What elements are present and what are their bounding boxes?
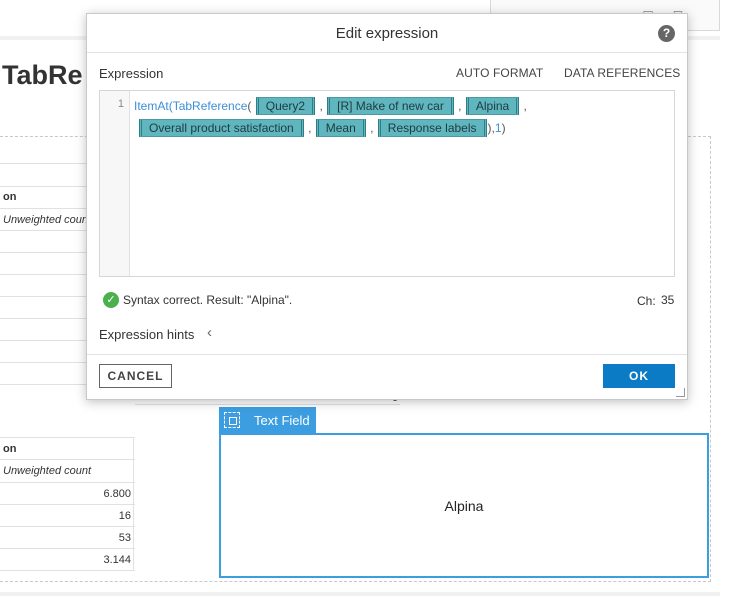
char-position-value: 35 (661, 293, 675, 307)
dialog-header: Edit expression ? (87, 14, 687, 53)
line-number: 1 (117, 98, 124, 110)
help-icon[interactable]: ? (658, 25, 675, 42)
checkmark-icon: ✓ (103, 292, 119, 308)
expression-label: Expression (99, 66, 164, 81)
char-position-label: Ch: (637, 294, 656, 308)
cancel-button[interactable]: CANCEL (99, 364, 172, 388)
reference-token[interactable]: Alpina (465, 97, 520, 115)
function-name: TabReference (172, 99, 248, 113)
reference-token[interactable]: [R] Make of new car (327, 97, 454, 115)
table-divider (135, 404, 400, 405)
edit-expression-dialog: Edit expression ? Expression AUTO FORMAT… (86, 13, 688, 400)
text-field-tab-label: Text Field (254, 413, 310, 428)
expression-hints-toggle[interactable]: Expression hints (99, 327, 194, 342)
line-gutter: 1 (100, 91, 130, 276)
footer-divider (87, 354, 687, 355)
table-bottom: on Unweighted count 6.800 16 53 3.144 (0, 437, 135, 577)
auto-format-button[interactable]: AUTO FORMAT (456, 66, 543, 80)
chevron-left-icon[interactable]: ‹ (207, 324, 212, 341)
dialog-title: Edit expression (335, 25, 439, 42)
text-field-value: Alpina (444, 498, 484, 514)
resize-handle-icon[interactable] (676, 388, 685, 397)
function-name: ItemAt (134, 99, 169, 113)
report-title: TabRe (2, 60, 83, 90)
table-header: on (3, 191, 17, 203)
table-header: on (3, 443, 17, 455)
code-line-1: ItemAt(TabReference( Query2 , [R] Make o… (134, 97, 527, 115)
reference-token[interactable]: Overall product satisfaction (139, 119, 304, 137)
reference-token[interactable]: Query2 (255, 97, 316, 115)
table-subheader: Unweighted count (3, 465, 92, 477)
table-cell: 6.800 (103, 488, 131, 500)
code-line-2: Overall product satisfaction , Mean , Re… (138, 119, 506, 137)
reference-token[interactable]: Response labels (377, 119, 487, 137)
table-subheader: Unweighted coun (3, 214, 89, 226)
data-references-button[interactable]: DATA REFERENCES (564, 66, 680, 80)
select-frame-icon (224, 412, 240, 428)
table-cell: 3.144 (103, 554, 131, 566)
text-field-tab[interactable]: Text Field (219, 407, 316, 433)
table-cell: 53 (118, 532, 131, 544)
table-cell: 16 (118, 510, 131, 522)
reference-token[interactable]: Mean (315, 119, 366, 137)
expression-editor[interactable]: 1 ItemAt(TabReference( Query2 , [R] Make… (99, 90, 675, 277)
syntax-status-text: Syntax correct. Result: "Alpina". (123, 293, 293, 307)
ok-button[interactable]: OK (603, 364, 675, 388)
